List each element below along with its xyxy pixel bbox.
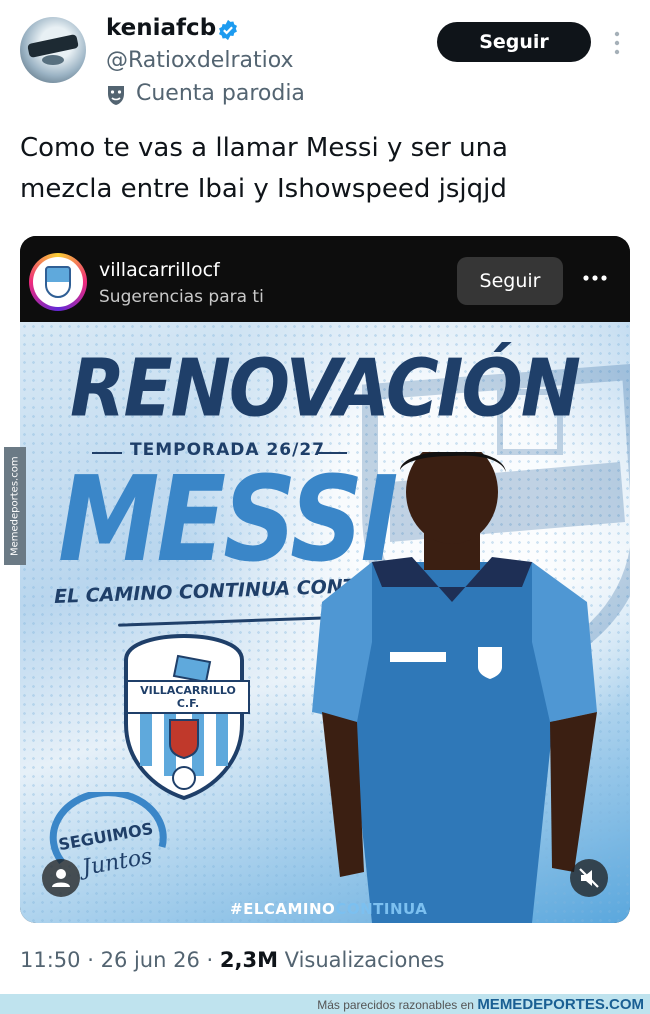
- instagram-avatar[interactable]: [29, 253, 87, 311]
- user-tag-icon: [52, 869, 70, 887]
- tweet-text-line: mezcla entre Ibai y Ishowspeed jsjqjd: [20, 174, 507, 204]
- views-label: Visualizaciones: [284, 948, 445, 972]
- hashtag-part: #ELCAMINO: [230, 900, 336, 918]
- instagram-more-icon[interactable]: [582, 273, 608, 283]
- author-handle[interactable]: @Ratioxdelratiox: [106, 48, 294, 73]
- instagram-account-name[interactable]: villacarrillocf: [99, 259, 220, 281]
- footer-brand: MEMEDEPORTES.COM: [477, 996, 644, 1013]
- views-count: 2,3M: [219, 948, 278, 972]
- author-avatar[interactable]: [20, 17, 86, 83]
- tweet-date[interactable]: 26 jun 26: [101, 948, 200, 972]
- parody-mask-icon: [108, 86, 124, 105]
- footer-text: Más parecidos razonables en: [317, 998, 474, 1012]
- author-display-name[interactable]: keniafcb: [106, 15, 216, 41]
- mute-button[interactable]: [570, 859, 608, 897]
- side-watermark: Memedeportes.com: [4, 447, 26, 565]
- tweet-meta: 11:50 · 26 jun 26 · 2,3M Visualizaciones: [20, 948, 445, 972]
- more-options-icon[interactable]: [611, 30, 623, 56]
- poster-headline: RENOVACIÓN: [70, 342, 581, 435]
- instagram-suggestion-label: Sugerencias para ti: [99, 287, 264, 307]
- poster-image: RENOVACIÓN TEMPORADA 26/27 MESSI EL CAMI…: [20, 322, 630, 923]
- meta-separator: ·: [206, 948, 220, 972]
- meta-separator: ·: [87, 948, 101, 972]
- club-crest-icon: [45, 266, 71, 298]
- instagram-header: villacarrillocf Sugerencias para ti Segu…: [20, 236, 630, 322]
- embedded-instagram-media[interactable]: villacarrillocf Sugerencias para ti Segu…: [20, 236, 630, 923]
- tweet-text: Como te vas a llamar Messi y ser una mez…: [20, 128, 620, 210]
- avatar-graphic-detail: [42, 55, 64, 65]
- club-crest-graphic: [124, 633, 244, 801]
- poster-hashtag: #ELCAMINOCONTINUA: [230, 900, 427, 918]
- tweet-time[interactable]: 11:50: [20, 948, 81, 972]
- avatar-inner: [33, 257, 83, 307]
- account-type-label: Cuenta parodia: [136, 81, 305, 106]
- instagram-follow-button[interactable]: Seguir: [457, 257, 563, 305]
- tag-user-button[interactable]: [42, 859, 80, 897]
- hashtag-highlight: CONTINUA: [335, 900, 428, 918]
- footer-watermark: Más parecidos razonables en MEMEDEPORTES…: [317, 996, 644, 1013]
- club-name-label: VILLACARRILLO C.F.: [126, 680, 250, 714]
- tweet-text-line: Como te vas a llamar Messi y ser una: [20, 133, 508, 163]
- mute-icon: [579, 868, 599, 888]
- verified-badge-icon: [219, 19, 237, 41]
- follow-button[interactable]: Seguir: [437, 22, 591, 62]
- player-figure: [312, 452, 597, 923]
